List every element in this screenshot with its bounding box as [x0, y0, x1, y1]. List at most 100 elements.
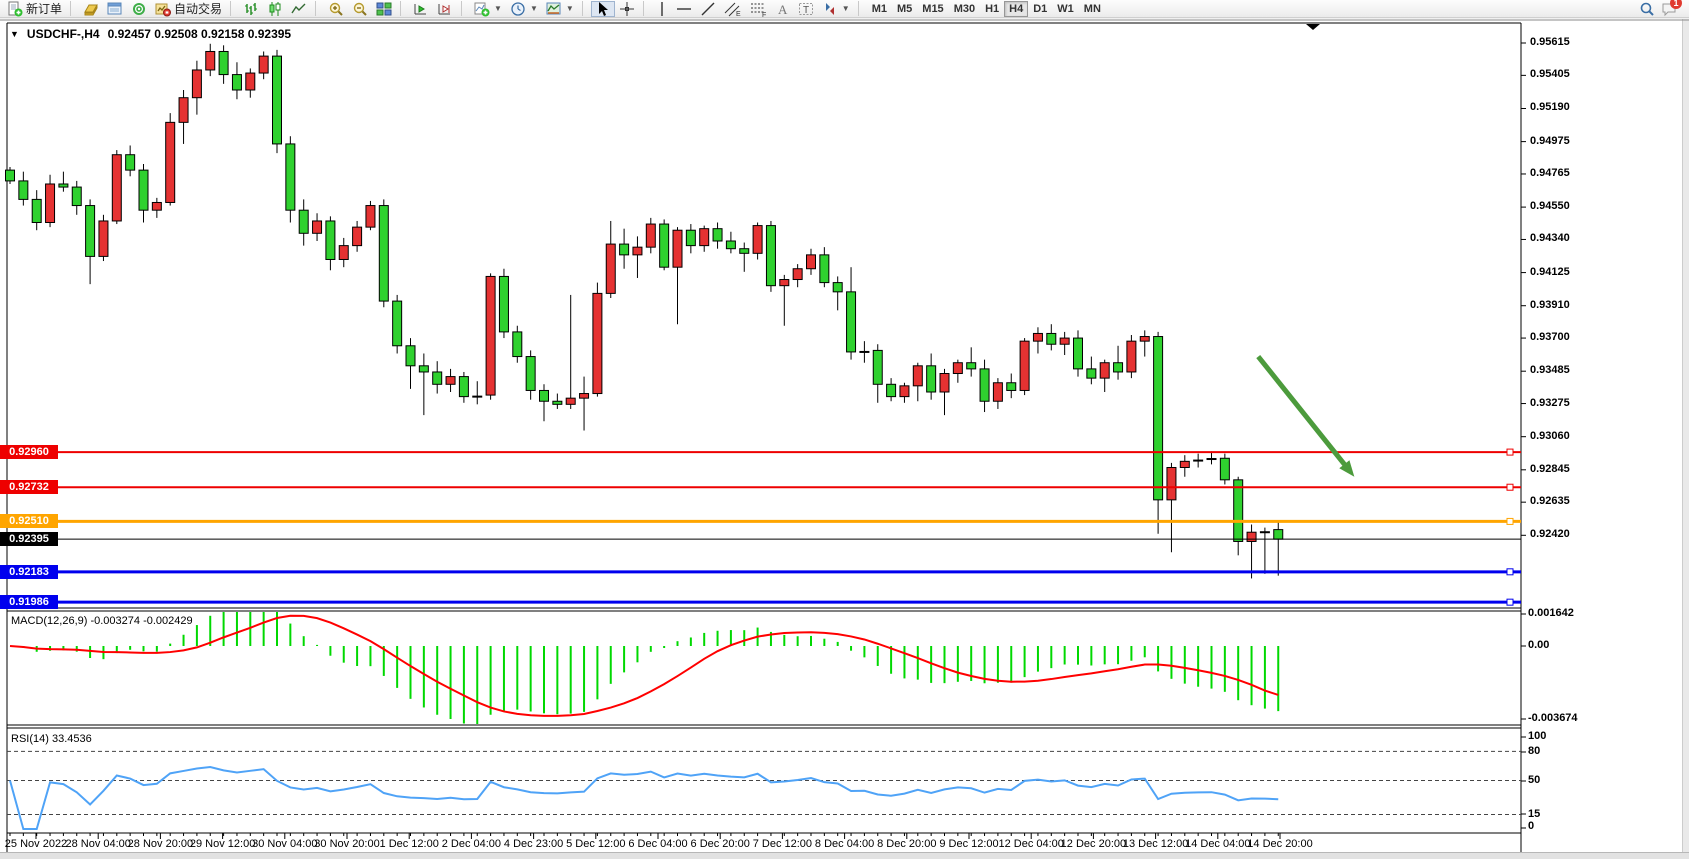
- templates-button[interactable]: ▼: [542, 1, 578, 17]
- ohlc-values-label: 0.92457 0.92508 0.92158 0.92395: [108, 27, 292, 41]
- crosshair-tool-button[interactable]: [615, 1, 639, 17]
- candle-body: [152, 202, 161, 210]
- cursor-icon: [595, 1, 611, 17]
- chart-title: ▼ USDCHF-,H4 0.92457 0.92508 0.92158 0.9…: [10, 27, 291, 41]
- indicators-button[interactable]: ▼: [470, 1, 506, 17]
- vertical-line-tool-button[interactable]: [652, 1, 672, 17]
- timeframe-w1-button[interactable]: W1: [1052, 1, 1079, 17]
- timeframe-m15-button[interactable]: M15: [917, 1, 948, 17]
- price-badge: 0.92732: [0, 480, 58, 494]
- text-label-tool-button[interactable]: T: [794, 1, 818, 17]
- timeframe-mn-button[interactable]: MN: [1079, 1, 1106, 17]
- timeframe-d1-button[interactable]: D1: [1028, 1, 1052, 17]
- data-window-button[interactable]: [103, 1, 127, 17]
- price-badge: 0.92510: [0, 514, 58, 528]
- candle-body: [339, 246, 348, 260]
- candlestick-chart-icon: [267, 1, 283, 17]
- candle-body: [32, 199, 41, 222]
- price-badge: 0.92960: [0, 445, 58, 459]
- chart-canvas[interactable]: [0, 0, 1689, 858]
- timeframe-h4-button[interactable]: H4: [1004, 1, 1028, 17]
- candle-body: [286, 144, 295, 210]
- timeframe-m30-button[interactable]: M30: [949, 1, 980, 17]
- clock-icon: [510, 1, 526, 17]
- zoom-out-button[interactable]: [348, 1, 372, 17]
- timeframe-h1-button[interactable]: H1: [980, 1, 1004, 17]
- candle-body: [486, 276, 495, 395]
- auto-scroll-button[interactable]: [409, 1, 433, 17]
- cursor-tool-button[interactable]: [591, 1, 615, 17]
- periods-button[interactable]: ▼: [506, 1, 542, 17]
- candle-body: [633, 247, 642, 255]
- bar-chart-button[interactable]: [239, 1, 263, 17]
- tile-windows-icon: [376, 1, 392, 17]
- candle-body: [1047, 333, 1056, 344]
- rsi-axis-0-label: 0: [1528, 820, 1534, 832]
- fibonacci-tool-button[interactable]: F: [746, 1, 772, 17]
- candle-body: [887, 384, 896, 396]
- price-tick-label: 0.95615: [1530, 36, 1570, 48]
- navigator-button[interactable]: [127, 1, 151, 17]
- candle-body: [406, 346, 415, 366]
- candlestick-chart-button[interactable]: [263, 1, 287, 17]
- candle-body: [299, 210, 308, 233]
- market-watch-button[interactable]: [79, 1, 103, 17]
- new-order-button[interactable]: 新订单: [3, 1, 66, 17]
- candle-body: [593, 293, 602, 393]
- hline-handle[interactable]: [1507, 569, 1513, 575]
- candle-body: [807, 255, 816, 269]
- price-badge: 0.92395: [0, 532, 58, 546]
- new-order-icon: [7, 1, 23, 17]
- candle-body: [59, 184, 68, 187]
- equidistant-channel-tool-button[interactable]: E: [720, 1, 746, 17]
- new-order-label: 新订单: [26, 0, 62, 17]
- candle-body: [980, 369, 989, 401]
- price-tick-label: 0.95405: [1530, 68, 1570, 80]
- candle-body: [1274, 530, 1283, 540]
- hline-handle[interactable]: [1507, 599, 1513, 605]
- hline-handle[interactable]: [1507, 484, 1513, 490]
- auto-trading-button[interactable]: 自动交易: [151, 1, 226, 17]
- chart-shift-icon: [437, 1, 453, 17]
- timeframe-m5-button[interactable]: M5: [892, 1, 917, 17]
- candle-body: [379, 206, 388, 302]
- symbol-period-label: USDCHF-,H4: [27, 27, 100, 41]
- candle-body: [766, 226, 775, 286]
- timeframe-m1-button[interactable]: M1: [867, 1, 892, 17]
- tile-windows-button[interactable]: [372, 1, 396, 17]
- hline-handle[interactable]: [1507, 518, 1513, 524]
- candle-body: [459, 377, 468, 397]
- candle-body: [99, 221, 108, 256]
- macd-axis-min-label: -0.003674: [1528, 712, 1578, 724]
- candle-body: [873, 350, 882, 384]
- horizontal-line-tool-button[interactable]: [672, 1, 696, 17]
- notifications-button[interactable]: 1: [1661, 1, 1677, 22]
- candle-body: [1220, 458, 1229, 480]
- candle-body: [139, 170, 148, 210]
- zoom-in-icon: [328, 1, 344, 17]
- chart-shift-marker[interactable]: [1306, 24, 1320, 30]
- symbol-dropdown-icon[interactable]: ▼: [10, 29, 19, 39]
- candle-body: [19, 181, 28, 199]
- price-tick-label: 0.92420: [1530, 528, 1570, 540]
- vertical-line-icon: [656, 1, 668, 17]
- candle-body: [1020, 341, 1029, 390]
- zoom-in-button[interactable]: [324, 1, 348, 17]
- toolbar-separator: [230, 1, 236, 16]
- arrows-tool-button[interactable]: ▼: [818, 1, 854, 17]
- candle-body: [353, 227, 362, 245]
- candle-body: [660, 224, 669, 267]
- chart-shift-button[interactable]: [433, 1, 457, 17]
- zoom-out-icon: [352, 1, 368, 17]
- toolbar-separator: [70, 1, 76, 16]
- candle-body: [246, 73, 255, 90]
- candle-body: [366, 206, 375, 228]
- candle-body: [566, 398, 575, 404]
- search-button[interactable]: [1639, 1, 1655, 22]
- candle-body: [1154, 337, 1163, 500]
- text-tool-button[interactable]: A: [772, 1, 794, 17]
- hline-handle[interactable]: [1507, 449, 1513, 455]
- trendline-tool-button[interactable]: [696, 1, 720, 17]
- line-chart-button[interactable]: [287, 1, 311, 17]
- candle-body: [166, 122, 175, 202]
